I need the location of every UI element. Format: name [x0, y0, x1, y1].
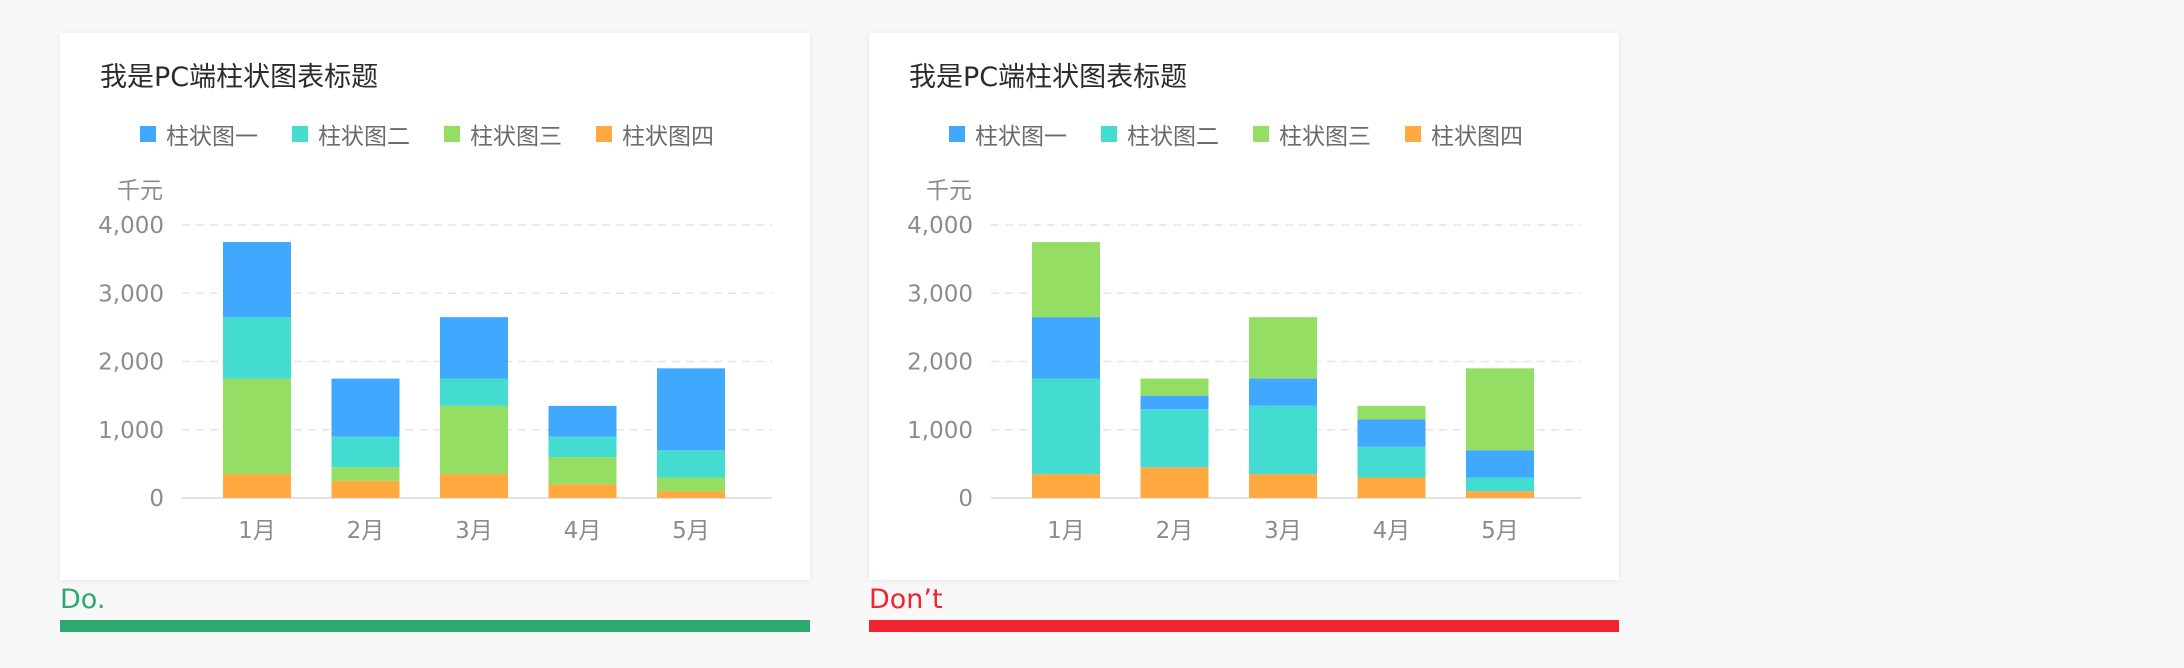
bar-segment	[1140, 378, 1209, 396]
y-tick-label: 1,000	[98, 418, 164, 444]
caption-dont: Don’t	[869, 584, 943, 615]
y-tick-label: 2,000	[907, 350, 973, 376]
y-tick-label: 3,000	[98, 281, 164, 307]
bar-segment	[657, 477, 725, 492]
x-tick-label: 1月	[1047, 518, 1085, 544]
bar-segment	[1249, 378, 1317, 406]
bar-segment	[331, 436, 400, 468]
bar-segment	[657, 450, 725, 478]
y-tick-label: 2,000	[98, 350, 164, 376]
x-tick-label: 4月	[564, 518, 602, 544]
bar-segment	[548, 457, 617, 485]
x-tick-label: 5月	[672, 518, 710, 544]
y-tick-label: 3,000	[907, 281, 973, 307]
bar-segment	[1249, 317, 1317, 379]
bar-segment	[1249, 474, 1317, 498]
bar-segment	[223, 317, 291, 379]
bar-segment	[548, 405, 617, 437]
bar-segment	[1032, 317, 1100, 379]
x-tick-label: 3月	[1264, 518, 1302, 544]
bar-segment	[223, 242, 291, 318]
bar-chart-plot: 0 1,000 2,000 3,000 4,000 1月 2月 3月 4月 5月	[98, 213, 772, 544]
bar-segment	[1357, 477, 1426, 498]
bar-segment	[440, 378, 508, 406]
bar-segment	[657, 491, 725, 498]
bar-segment	[331, 480, 400, 498]
bar-segment	[1357, 419, 1426, 447]
chart-card-dont: 我是PC端柱状图表标题 柱状图一 柱状图二 柱状图三 柱状图四 千元 0 1,00…	[869, 33, 1619, 580]
chart-card-do: 我是PC端柱状图表标题 柱状图一 柱状图二 柱状图三 柱状图四 千元 0 1,00…	[60, 33, 810, 580]
bar-segment	[1466, 477, 1534, 492]
bar-segment	[331, 467, 400, 481]
x-tick-label: 5月	[1481, 518, 1519, 544]
bar-segment	[440, 317, 508, 379]
bar-segment	[331, 378, 400, 437]
bar-chart-plot: 0 1,000 2,000 3,000 4,000 1月 2月 3月 4月 5月	[907, 213, 1581, 544]
bar-segment	[548, 484, 617, 498]
bar-segment	[1140, 467, 1209, 498]
bar-segment	[1140, 409, 1209, 468]
x-tick-label: 2月	[1156, 518, 1194, 544]
x-tick-label: 4月	[1373, 518, 1411, 544]
x-tick-label: 1月	[238, 518, 276, 544]
y-tick-label: 1,000	[907, 418, 973, 444]
do-indicator-bar	[60, 620, 810, 632]
y-tick-label: 0	[958, 486, 973, 512]
bar-segment	[1466, 491, 1534, 498]
y-tick-label: 4,000	[98, 213, 164, 239]
bar-segment	[1249, 405, 1317, 475]
bar-segment	[657, 368, 725, 451]
bar-segment	[223, 378, 291, 475]
caption-do: Do.	[60, 584, 106, 615]
dont-indicator-bar	[869, 620, 1619, 632]
bar-segment	[440, 474, 508, 498]
bar-segment	[1357, 446, 1426, 478]
bar-segment	[1032, 474, 1100, 498]
bar-segment	[1032, 378, 1100, 475]
bar-segment	[1140, 395, 1209, 410]
bar-segment	[440, 405, 508, 475]
y-tick-label: 4,000	[907, 213, 973, 239]
y-tick-label: 0	[149, 486, 164, 512]
bar-segment	[1466, 450, 1534, 478]
bar-segment	[1466, 368, 1534, 451]
bar-segment	[223, 474, 291, 498]
x-tick-label: 3月	[455, 518, 493, 544]
bar-segment	[548, 436, 617, 458]
x-tick-label: 2月	[347, 518, 385, 544]
bar-segment	[1357, 405, 1426, 420]
bar-segment	[1032, 242, 1100, 318]
